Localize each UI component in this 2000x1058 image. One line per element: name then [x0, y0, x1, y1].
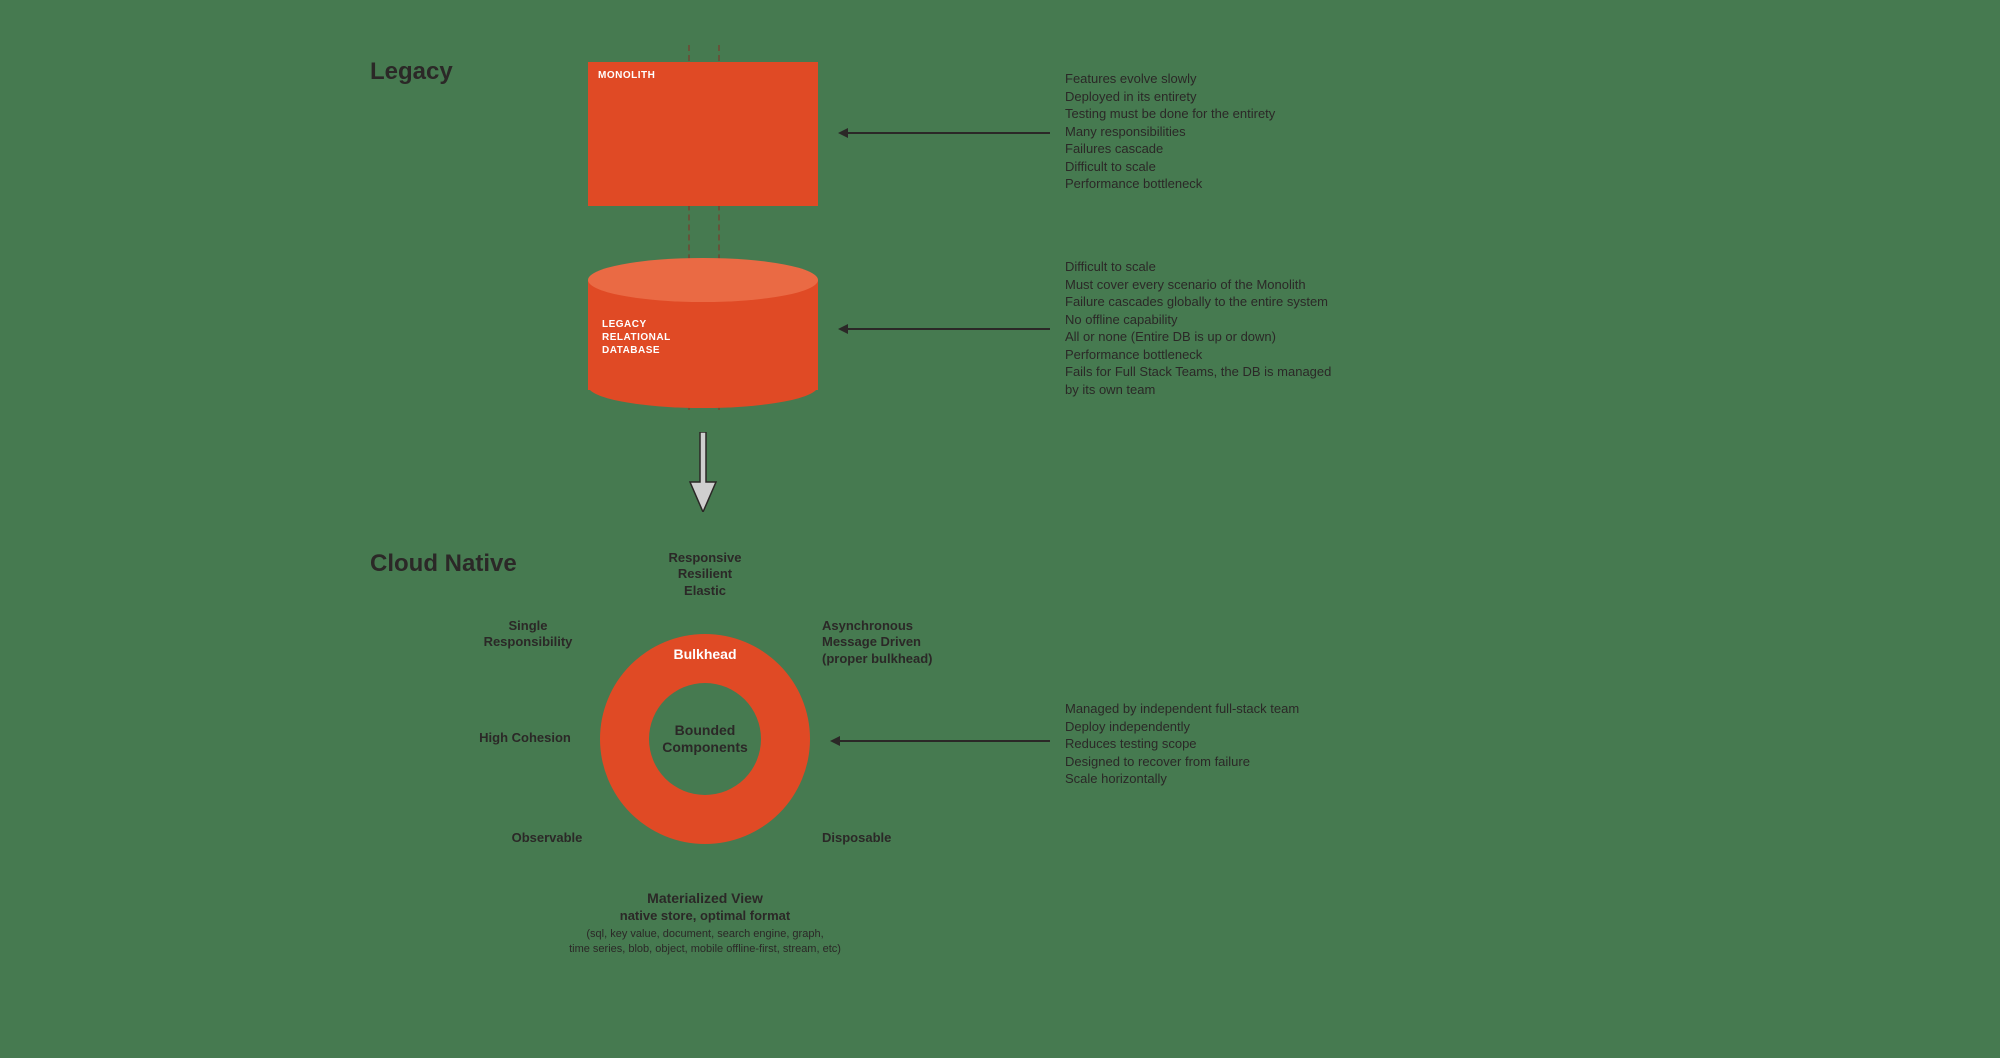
mv-subtitle: native store, optimal format — [500, 908, 910, 923]
ring-center-line: Components — [662, 739, 748, 757]
bullet: Failure cascades globally to the entire … — [1065, 293, 1331, 311]
arrow-to-ring — [832, 740, 1050, 742]
db-top-ellipse — [588, 258, 818, 302]
bullet: Difficult to scale — [1065, 258, 1331, 276]
label-line: Resilient — [640, 566, 770, 582]
arrow-to-database — [840, 328, 1050, 330]
ring-center-line: Bounded — [662, 722, 748, 740]
label-line: Single — [468, 618, 588, 634]
db-label-line: RELATIONAL — [602, 331, 671, 344]
around-label-upper-right: Asynchronous Message Driven (proper bulk… — [822, 618, 972, 667]
mv-detail-line: time series, blob, object, mobile offlin… — [500, 942, 910, 957]
label-line: Responsive — [640, 550, 770, 566]
bullet: Must cover every scenario of the Monolit… — [1065, 276, 1331, 294]
bullet: Features evolve slowly — [1065, 70, 1275, 88]
bullet: Designed to recover from failure — [1065, 753, 1299, 771]
bullet: Fails for Full Stack Teams, the DB is ma… — [1065, 363, 1331, 381]
ring-center: Bounded Components — [649, 683, 761, 795]
bullet: Deployed in its entirety — [1065, 88, 1275, 106]
ring-bullets: Managed by independent full-stack team D… — [1065, 700, 1299, 788]
bullet: by its own team — [1065, 381, 1331, 399]
bullet: Scale horizontally — [1065, 770, 1299, 788]
section-title-legacy: Legacy — [370, 58, 453, 86]
ring-outer: Bounded Components — [600, 634, 810, 844]
bullet: Deploy independently — [1065, 718, 1299, 736]
bullet: Reduces testing scope — [1065, 735, 1299, 753]
monolith-box: MONOLITH — [588, 62, 818, 206]
ring-top-label: Bulkhead — [600, 646, 810, 662]
mv-title: Materialized View — [500, 890, 910, 906]
bullet: Performance bottleneck — [1065, 175, 1275, 193]
bullet: No offline capability — [1065, 311, 1331, 329]
bullet: Failures cascade — [1065, 140, 1275, 158]
label-line: (proper bulkhead) — [822, 651, 972, 667]
bullet: Difficult to scale — [1065, 158, 1275, 176]
monolith-bullets: Features evolve slowly Deployed in its e… — [1065, 70, 1275, 193]
database-cylinder: LEGACY RELATIONAL DATABASE — [588, 258, 818, 408]
materialized-view-block: Materialized View native store, optimal … — [500, 890, 910, 957]
db-label-line: LEGACY — [602, 318, 671, 331]
around-label-lower-left: Observable — [492, 830, 602, 846]
bullet: All or none (Entire DB is up or down) — [1065, 328, 1331, 346]
section-title-cloud-native: Cloud Native — [370, 550, 517, 578]
database-bullets: Difficult to scale Must cover every scen… — [1065, 258, 1331, 398]
around-label-mid-left: High Cohesion — [460, 730, 590, 746]
arrow-to-monolith — [840, 132, 1050, 134]
around-label-top: Responsive Resilient Elastic — [640, 550, 770, 599]
bullet: Many responsibilities — [1065, 123, 1275, 141]
db-label: LEGACY RELATIONAL DATABASE — [602, 318, 671, 357]
bullet: Performance bottleneck — [1065, 346, 1331, 364]
bounded-components-ring: Bounded Components Bulkhead — [600, 634, 810, 844]
label-line: Message Driven — [822, 634, 972, 650]
monolith-label: MONOLITH — [598, 70, 655, 81]
label-line: Elastic — [640, 583, 770, 599]
label-line: Responsibility — [468, 634, 588, 650]
around-label-upper-left: Single Responsibility — [468, 618, 588, 651]
bullet: Testing must be done for the entirety — [1065, 105, 1275, 123]
db-label-line: DATABASE — [602, 344, 671, 357]
transition-arrow-icon — [688, 432, 718, 512]
diagram-stage: Legacy MONOLITH Features evolve slowly D… — [0, 0, 2000, 1058]
mv-detail-line: (sql, key value, document, search engine… — [500, 927, 910, 942]
around-label-lower-right: Disposable — [822, 830, 942, 846]
bullet: Managed by independent full-stack team — [1065, 700, 1299, 718]
label-line: Asynchronous — [822, 618, 972, 634]
